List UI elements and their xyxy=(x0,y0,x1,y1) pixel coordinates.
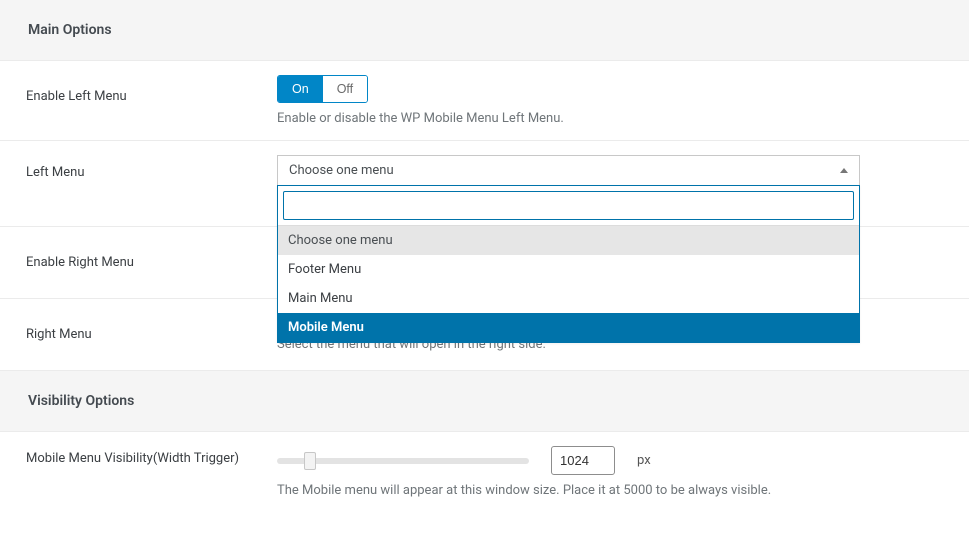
dropdown-options-list: Choose one menu Footer Menu Main Menu Mo… xyxy=(278,226,859,342)
dropdown-search-wrap xyxy=(278,186,859,226)
control-enable-left-menu: On Off Enable or disable the WP Mobile M… xyxy=(277,61,969,140)
dropdown-search-input[interactable] xyxy=(283,191,854,220)
width-number-input[interactable] xyxy=(551,446,615,475)
control-left-menu: Choose one menu Choose one menu Footer M… xyxy=(277,141,969,226)
label-right-menu: Right Menu xyxy=(0,299,277,370)
label-enable-left-menu: Enable Left Menu xyxy=(0,61,277,140)
chevron-up-icon xyxy=(840,168,848,173)
label-visibility-trigger: Mobile Menu Visibility(Width Trigger) xyxy=(0,432,277,512)
unit-label: px xyxy=(637,453,651,468)
row-left-menu: Left Menu Choose one menu Choose one men… xyxy=(0,141,969,227)
width-slider[interactable] xyxy=(277,458,529,464)
section-header-main-options: Main Options xyxy=(0,0,969,61)
toggle-on-button[interactable]: On xyxy=(278,76,323,102)
dropdown-option-mobile[interactable]: Mobile Menu xyxy=(278,313,859,342)
control-visibility-trigger: px The Mobile menu will appear at this w… xyxy=(277,432,969,512)
row-visibility-trigger: Mobile Menu Visibility(Width Trigger) px… xyxy=(0,432,969,512)
desc-enable-left-menu: Enable or disable the WP Mobile Menu Lef… xyxy=(277,111,929,126)
label-left-menu: Left Menu xyxy=(0,141,277,226)
section-title: Main Options xyxy=(28,22,941,38)
section-header-visibility-options: Visibility Options xyxy=(0,371,969,432)
toggle-enable-left-menu[interactable]: On Off xyxy=(277,75,368,103)
toggle-off-button[interactable]: Off xyxy=(323,76,367,102)
slider-thumb[interactable] xyxy=(304,452,316,470)
desc-visibility-trigger: The Mobile menu will appear at this wind… xyxy=(277,483,929,498)
left-menu-select[interactable]: Choose one menu xyxy=(277,155,860,186)
left-menu-selected-text: Choose one menu xyxy=(289,163,394,178)
dropdown-option-main[interactable]: Main Menu xyxy=(278,284,859,313)
section-title-visibility: Visibility Options xyxy=(28,393,941,409)
label-enable-right-menu: Enable Right Menu xyxy=(0,227,277,298)
slider-row: px xyxy=(277,446,929,475)
dropdown-option-placeholder[interactable]: Choose one menu xyxy=(278,226,859,255)
dropdown-option-footer[interactable]: Footer Menu xyxy=(278,255,859,284)
left-menu-dropdown: Choose one menu Footer Menu Main Menu Mo… xyxy=(277,185,860,343)
row-enable-left-menu: Enable Left Menu On Off Enable or disabl… xyxy=(0,61,969,141)
